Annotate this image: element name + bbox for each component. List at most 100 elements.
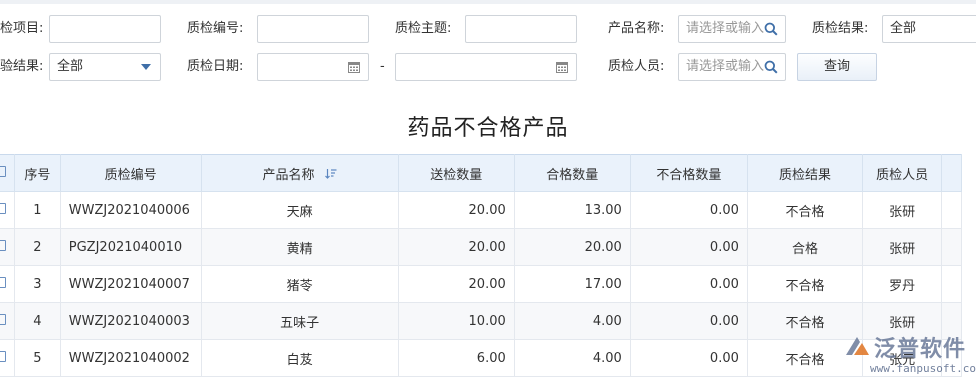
date-end-input[interactable] (395, 53, 577, 81)
table-row[interactable]: 2 PGZJ2021040010 黄精 20.00 20.00 0.00 合格 … (0, 228, 962, 266)
cell-sent-qty: 6.00 (397, 339, 515, 377)
brand-logo-icon (846, 337, 869, 355)
row-select-cell[interactable] (0, 265, 15, 303)
header-code[interactable]: 质检编号 (59, 154, 202, 192)
table-header-row: 序号 质检编号 产品名称 送检数量 合格数量 不合格数量 质检结果 质检人员 (0, 154, 962, 192)
inspection-result-label: 质检结果: (812, 21, 869, 36)
cell-pass-qty: 4.00 (513, 339, 631, 377)
brand-name: 泛普软件 (874, 337, 967, 362)
header-extra (941, 154, 962, 192)
select-all-cell[interactable] (0, 154, 15, 192)
inspection-item-input[interactable] (49, 15, 161, 43)
cell-pass-qty: 20.00 (513, 228, 631, 266)
cell-fail-qty: 0.00 (629, 228, 748, 266)
cell-seq: 1 (14, 191, 61, 229)
row-checkbox[interactable] (0, 202, 6, 214)
table-row[interactable]: 1 WWZJ2021040006 天麻 20.00 13.00 0.00 不合格… (0, 191, 962, 229)
row-checkbox[interactable] (0, 350, 6, 362)
query-button[interactable]: 查询 (797, 53, 877, 81)
cell-fail-qty: 0.00 (629, 339, 748, 377)
date-range-separator: - (380, 59, 385, 74)
header-product-label: 产品名称 (262, 167, 315, 183)
cell-sent-qty: 20.00 (397, 265, 515, 303)
row-checkbox[interactable] (0, 313, 6, 325)
header-fail-qty[interactable]: 不合格数量 (629, 154, 748, 192)
cell-product-link[interactable]: 黄精 (200, 228, 399, 266)
top-border (0, 0, 976, 4)
cell-code-link[interactable]: WWZJ2021040003 (59, 302, 202, 340)
product-name-combo[interactable]: 请选择或输入 (678, 15, 786, 43)
inspection-code-input[interactable] (257, 15, 369, 43)
row-checkbox[interactable] (0, 239, 6, 251)
header-person[interactable]: 质检人员 (862, 154, 943, 192)
table-row[interactable]: 3 WWZJ2021040007 猪苓 20.00 17.00 0.00 不合格… (0, 265, 962, 303)
cell-seq: 3 (14, 265, 61, 303)
search-icon[interactable] (761, 54, 781, 80)
inspection-result-value: 全部 (890, 21, 917, 36)
cell-sent-qty: 20.00 (397, 191, 515, 229)
cell-extra (941, 191, 962, 229)
header-sent-qty[interactable]: 送检数量 (397, 154, 515, 192)
data-table: 序号 质检编号 产品名称 送检数量 合格数量 不合格数量 质检结果 质检人员 1… (0, 154, 962, 377)
product-name-placeholder: 请选择或输入 (686, 21, 765, 36)
table-row[interactable]: 4 WWZJ2021040003 五味子 10.00 4.00 0.00 不合格… (0, 302, 962, 340)
cell-sent-qty: 20.00 (397, 228, 515, 266)
report-title: 药品不合格产品 (407, 116, 569, 141)
cell-fail-qty: 0.00 (629, 265, 748, 303)
prev-result-value: 全部 (57, 59, 84, 74)
row-select-cell[interactable] (0, 339, 15, 377)
header-pass-qty[interactable]: 合格数量 (513, 154, 631, 192)
inspection-result-select[interactable]: 全部 (882, 15, 976, 43)
cell-person: 张研 (862, 191, 943, 229)
cell-pass-qty: 17.00 (513, 265, 631, 303)
inspection-topic-input[interactable] (465, 15, 577, 43)
cell-code-link[interactable]: WWZJ2021040002 (59, 339, 202, 377)
inspection-item-label: 检项目: (0, 21, 44, 36)
cell-result: 不合格 (746, 265, 864, 303)
search-icon[interactable] (761, 16, 781, 42)
cell-product-link[interactable]: 猪苓 (200, 265, 399, 303)
row-select-cell[interactable] (0, 228, 15, 266)
inspector-combo[interactable]: 请选择或输入 (678, 53, 786, 81)
cell-result: 合格 (746, 228, 864, 266)
inspector-placeholder: 请选择或输入 (686, 59, 765, 74)
inspection-code-label: 质检编号: (187, 21, 244, 36)
product-name-label: 产品名称: (608, 21, 665, 36)
cell-product-link[interactable]: 白芨 (200, 339, 399, 377)
cell-product-link[interactable]: 五味子 (200, 302, 399, 340)
inspector-label: 质检人员: (608, 59, 665, 74)
cell-code-link[interactable]: WWZJ2021040007 (59, 265, 202, 303)
cell-product-link[interactable]: 天麻 (200, 191, 399, 229)
sort-icon[interactable] (324, 168, 337, 183)
row-checkbox[interactable] (0, 276, 6, 288)
header-product[interactable]: 产品名称 (200, 154, 399, 192)
cell-extra (941, 228, 962, 266)
cell-extra (941, 265, 962, 303)
cell-code-link[interactable]: WWZJ2021040006 (59, 191, 202, 229)
cell-seq: 2 (14, 228, 61, 266)
cell-pass-qty: 13.00 (513, 191, 631, 229)
inspection-topic-label: 质检主题: (395, 21, 452, 36)
cell-code-link[interactable]: PGZJ2021040010 (59, 228, 202, 266)
cell-fail-qty: 0.00 (629, 302, 748, 340)
caret-down-icon[interactable] (136, 54, 156, 80)
row-select-cell[interactable] (0, 191, 15, 229)
cell-person: 罗丹 (862, 265, 943, 303)
prev-result-label: 验结果: (0, 59, 44, 74)
cell-seq: 4 (14, 302, 61, 340)
header-result[interactable]: 质检结果 (746, 154, 864, 192)
cell-person: 张研 (862, 228, 943, 266)
prev-result-select[interactable]: 全部 (49, 53, 161, 81)
cell-sent-qty: 10.00 (397, 302, 515, 340)
brand-watermark: 泛普软件 www.fanpusoft.com (840, 331, 976, 381)
calendar-icon[interactable] (344, 54, 364, 80)
select-all-checkbox[interactable] (0, 165, 6, 177)
cell-pass-qty: 4.00 (513, 302, 631, 340)
date-start-input[interactable] (257, 53, 369, 81)
calendar-icon[interactable] (552, 54, 572, 80)
table-row[interactable]: 5 WWZJ2021040002 白芨 6.00 4.00 0.00 不合格 张… (0, 339, 962, 377)
cell-seq: 5 (14, 339, 61, 377)
cell-fail-qty: 0.00 (629, 191, 748, 229)
row-select-cell[interactable] (0, 302, 15, 340)
cell-result: 不合格 (746, 191, 864, 229)
